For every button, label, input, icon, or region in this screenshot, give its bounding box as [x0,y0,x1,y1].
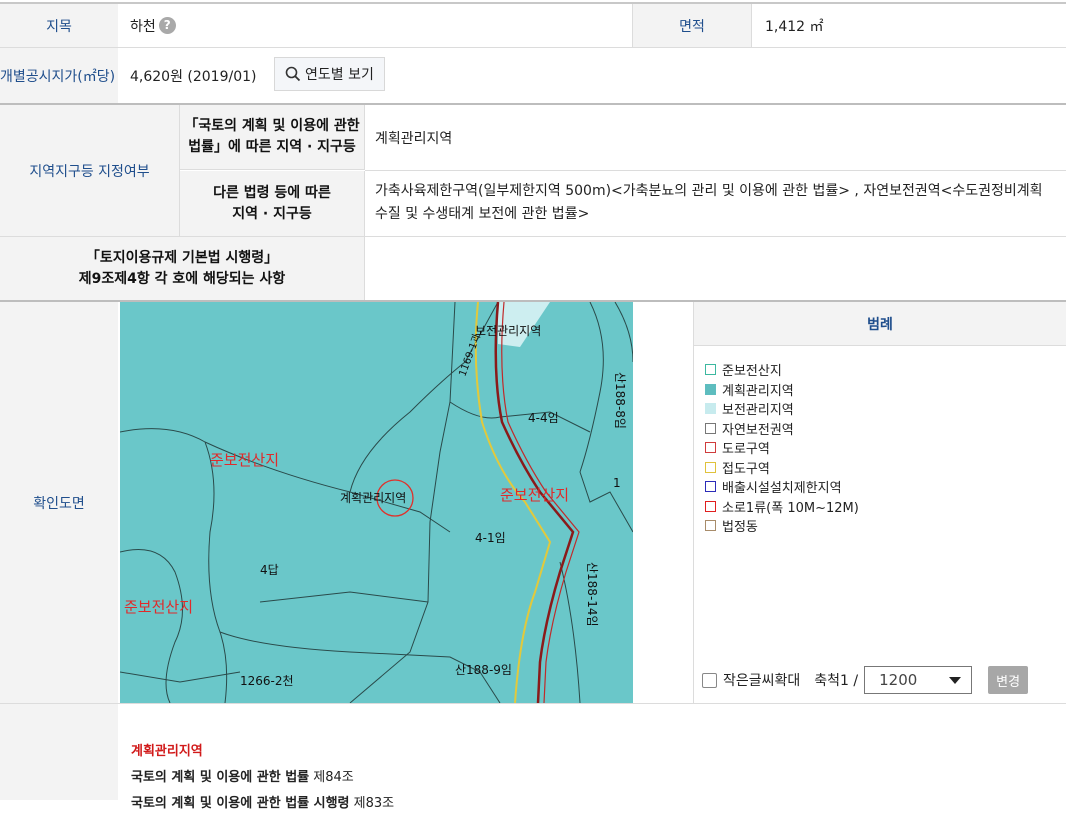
scale-select[interactable]: 1200 [864,666,973,694]
legend-label: 준보전산지 [722,364,782,380]
decree-label-line1: 「토지이용규제 기본법 시행령」 [85,249,279,266]
search-icon [285,66,301,82]
restriction-heading: 계획관리지역 [131,744,203,759]
legend-item: 도로구역 [705,438,1066,458]
map-section-label: 확인도면 [0,302,118,703]
zone-sub1-label: 「국토의 계획 및 이용에 관한 법률」에 따른 지역 · 지구등 [180,105,365,170]
zone-label: 지역지구등 지정여부 [0,105,180,236]
zone-sub1-label-line1: 「국토의 계획 및 이용에 관한 [184,118,360,134]
legend-item: 준보전산지 [705,360,1066,380]
restriction-info: 계획관리지역 국토의 계획 및 이용에 관한 법률 제84조 국토의 계획 및 … [131,739,1031,817]
change-button[interactable]: 변경 [988,666,1029,694]
legend-swatch [705,422,716,434]
law-link-2[interactable]: 국토의 계획 및 이용에 관한 법률 시행령 [131,796,350,811]
map-label-jun3: 준보전산지 [124,598,193,616]
zone-sub2-value-line2: 수질 및 수생태계 보전에 관한 법률> [375,206,590,222]
map-label-1: 1 [613,476,621,490]
zone-sub2-label-line1: 다른 법령 등에 따른 [213,184,331,201]
price-label: 개별공시지가(㎡당) [0,48,118,103]
land-map-svg: 보전관리지역 4-4임 4-1임 4답 1266-2천 산188-9임 계획관리… [120,302,633,703]
map-controls: 작은글씨확대 축척1 / 1200 변경 [702,666,1029,694]
law-link-1[interactable]: 국토의 계획 및 이용에 관한 법률 [131,770,309,785]
legend-item: 접도구역 [705,458,1066,478]
map-label-188-8: 산188-8임 [613,372,627,429]
small-text-label: 작은글씨확대 [723,673,801,689]
scale-value: 1200 [879,671,918,689]
map-label-4-1: 4-1임 [475,531,506,545]
zone-sub1-label-line2: 법률」에 따른 지역 · 지구등 [188,139,356,155]
legend-label: 계획관리지역 [722,383,794,399]
price-value: 4,620원 (2019/01) [130,68,257,85]
legend-swatch [705,461,716,473]
chevron-down-icon [949,676,962,684]
year-view-button[interactable]: 연도별 보기 [274,57,385,91]
map-label-1266: 1266-2천 [240,673,294,688]
map-label-188-9: 산188-9임 [455,663,512,677]
legend-label: 접도구역 [722,461,770,477]
legend-swatch [705,500,716,512]
area-label: 면적 [632,4,752,47]
legend-list: 준보전산지계획관리지역보전관리지역자연보전권역도로구역접도구역배출시설설치제한지… [694,346,1066,536]
zone-sub2-value: 가축사육제한구역(일부제한지역 500m)<가축분뇨의 관리 및 이용에 관한 … [375,171,1066,236]
legend-panel: 범례 준보전산지계획관리지역보전관리지역자연보전권역도로구역접도구역배출시설설치… [693,302,1066,703]
law-article-2: 제83조 [349,796,395,811]
help-icon[interactable]: ? [158,17,176,34]
legend-label: 보전관리지역 [722,403,794,419]
zone-sub2-label: 다른 법령 등에 따른 지역 · 지구등 [180,171,365,236]
legend-item: 계획관리지역 [705,380,1066,400]
legend-item: 자연보전권역 [705,419,1066,439]
decree-value [375,237,1065,300]
area-value: 1,412 ㎡ [765,18,824,35]
legend-swatch [705,520,716,532]
decree-label: 「토지이용규제 기본법 시행령」 제9조제4항 각 호에 해당되는 사항 [0,237,365,300]
jimok-label: 지목 [0,4,118,47]
legend-title: 범례 [694,302,1066,346]
map-label-gyehoek: 계획관리지역 [340,491,406,505]
year-view-label: 연도별 보기 [305,67,374,83]
legend-swatch [705,481,716,493]
legend-item: 소로1류(폭 10M~12M) [705,497,1066,517]
scale-label: 축척1 / [814,673,859,689]
jimok-value: 하천 ? [130,4,630,47]
legend-label: 배출시설설치제한지역 [722,481,842,497]
law-article-1: 제84조 [309,770,354,785]
bottom-side [0,704,118,800]
zone-sub1-value: 계획관리지역 [375,130,453,147]
legend-swatch [705,442,716,454]
land-map[interactable]: 보전관리지역 4-4임 4-1임 4답 1266-2천 산188-9임 계획관리… [120,302,633,703]
map-label-jun1: 준보전산지 [210,451,279,469]
map-label-4-4: 4-4임 [528,411,559,425]
law-line-1: 국토의 계획 및 이용에 관한 법률 제84조 [131,765,1031,791]
legend-label: 도로구역 [722,442,770,458]
map-label-jun2: 준보전산지 [500,486,569,504]
legend-label: 자연보전권역 [722,422,794,438]
map-label-boje: 보전관리지역 [475,324,541,338]
legend-item: 법정동 [705,516,1066,536]
legend-swatch [705,403,716,415]
legend-label: 법정동 [722,520,758,536]
map-label-4: 4답 [260,563,279,577]
legend-item: 배출시설설치제한지역 [705,477,1066,497]
zone-sub2-label-line2: 지역 · 지구등 [232,205,312,222]
decree-label-line2: 제9조제4항 각 호에 해당되는 사항 [78,270,286,287]
law-line-2: 국토의 계획 및 이용에 관한 법률 시행령 제83조 [131,791,1031,817]
legend-swatch [705,383,716,395]
jimok-text: 하천 [130,18,156,35]
small-text-checkbox[interactable] [702,672,717,688]
legend-swatch [705,364,716,376]
map-label-188-14: 산188-14임 [585,562,599,627]
legend-label: 소로1류(폭 10M~12M) [722,500,859,516]
legend-item: 보전관리지역 [705,399,1066,419]
row-divider [0,703,1066,704]
zone-sub2-value-line1: 가축사육제한구역(일부제한지역 500m)<가축분뇨의 관리 및 이용에 관한 … [375,183,1043,199]
